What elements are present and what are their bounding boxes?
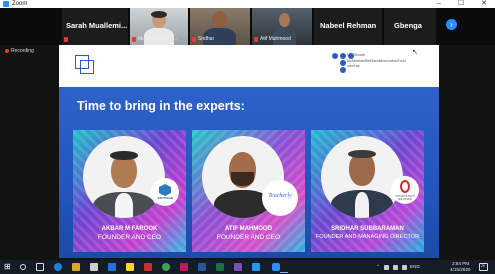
minimize-button[interactable]: –: [428, 0, 450, 8]
battery-icon[interactable]: [393, 265, 398, 270]
zoom-logo-icon: [3, 1, 9, 7]
fund-logo-icon: [80, 60, 94, 74]
participant-tile-nabeel[interactable]: Nabeel Rehman: [314, 8, 382, 45]
octopus-wordmark: OCTOPUS TECH SOLUTIONS: [395, 195, 415, 201]
justclean-wordmark: JUSTCLEAN: [157, 197, 173, 200]
speaker-hair: [110, 151, 138, 160]
window-title: Zoom: [12, 1, 28, 7]
input-language[interactable]: ENG: [410, 264, 420, 269]
mouse-cursor-icon: ↖: [412, 49, 418, 56]
excel-icon[interactable]: [216, 263, 224, 271]
speaker-role: FOUNDER AND CEO: [216, 234, 281, 241]
participant-head: [212, 11, 227, 28]
teacherly-logo: Teacherly: [262, 180, 298, 216]
social-handle: mbrif.ae: [347, 64, 360, 69]
speaker-beard: [231, 172, 254, 186]
justclean-logo-icon: [159, 184, 171, 196]
notification-count: 20: [481, 264, 485, 268]
maximize-button[interactable]: ☐: [450, 0, 472, 8]
social-handles: MBRSmartI MohammedBinRashidInnovationFun…: [347, 53, 406, 70]
participant-head: [279, 13, 290, 27]
participant-name: Sridhar: [198, 36, 215, 42]
speaker-hair: [348, 150, 376, 158]
recording-label: Recording: [11, 48, 34, 54]
presentation-slide: MBRSmartI MohammedBinRashidInnovationFun…: [59, 45, 439, 258]
speaker-name: ATIF MAHMOOD: [225, 226, 272, 232]
muted-mic-icon: [254, 37, 258, 42]
clock-date[interactable]: 4/15/2020: [450, 267, 470, 272]
speaker-shirt: [355, 192, 369, 218]
recording-indicator: Recording: [5, 48, 34, 54]
participant-tile-mohammed[interactable]: Mohammed Bin...: [130, 8, 188, 45]
participant-name: Mohammed Bin...: [138, 36, 178, 42]
speaker-card: Teacherly ATIF MAHMOOD FOUNDER AND CEO: [192, 130, 305, 252]
clock-time[interactable]: 2:54 PM: [452, 261, 469, 266]
speaker-photo: [321, 136, 403, 218]
powerpoint-icon[interactable]: [144, 263, 152, 271]
store-icon[interactable]: [90, 263, 98, 271]
chrome-icon[interactable]: [162, 263, 170, 271]
participant-name: Gbenga: [394, 21, 422, 30]
close-button[interactable]: ✕: [473, 0, 495, 8]
speaker-shirt: [115, 193, 133, 218]
window-titlebar: Zoom – ☐ ✕: [0, 0, 495, 8]
app-icon[interactable]: [252, 263, 260, 271]
speaker-role: FOUNDER AND CEO: [97, 234, 162, 241]
muted-mic-icon: [132, 37, 136, 42]
sticky-notes-icon[interactable]: [126, 263, 134, 271]
muted-mic-icon: [192, 37, 196, 42]
windows-start-icon[interactable]: ⊞: [4, 263, 12, 271]
participant-hair: [151, 11, 167, 18]
octopus-logo: OCTOPUS TECH SOLUTIONS: [391, 176, 419, 204]
participant-tile-gbenga[interactable]: Gbenga: [384, 8, 436, 45]
next-participants-button[interactable]: ›: [446, 19, 457, 30]
octopus-logo-icon: [400, 180, 410, 193]
participant-tile-sridhar[interactable]: Sridhar: [190, 8, 250, 45]
edge-icon[interactable]: [54, 263, 62, 271]
teacherly-wordmark: Teacherly: [268, 193, 292, 199]
linkedin-icon: [340, 60, 346, 66]
word-icon[interactable]: [198, 263, 206, 271]
speaker-card: OCTOPUS TECH SOLUTIONS SRIDHAR SUBBARAMA…: [311, 130, 424, 252]
slide-header: MBRSmartI MohammedBinRashidInnovationFun…: [59, 45, 439, 87]
zoom-taskbar-icon[interactable]: [272, 263, 280, 271]
teams-icon[interactable]: [234, 263, 242, 271]
app-icon[interactable]: [180, 263, 188, 271]
participant-name: Nabeel Rehman: [320, 21, 377, 30]
instagram-icon: [332, 53, 338, 59]
file-explorer-icon[interactable]: [72, 263, 80, 271]
speaker-card: JUSTCLEAN AKBAR M FAROOK FOUNDER AND CEO: [73, 130, 186, 252]
facebook-icon: [340, 53, 346, 59]
volume-icon[interactable]: [402, 265, 407, 270]
tray-chevron-icon[interactable]: ⌃: [376, 264, 380, 270]
slide-headline: Time to bring in the experts:: [77, 99, 245, 113]
participant-name: Sarah Muallemi...: [66, 21, 128, 30]
participant-tile-sarah[interactable]: Sarah Muallemi...: [62, 8, 128, 45]
muted-mic-icon: [64, 37, 68, 42]
participant-tile-atif[interactable]: Atif Mahmood: [252, 8, 312, 45]
task-view-icon[interactable]: [36, 263, 44, 271]
web-icon: [340, 67, 346, 73]
search-icon[interactable]: [20, 264, 26, 270]
active-app-indicator: [280, 272, 288, 273]
speaker-name: SRIDHAR SUBBARAMAN: [331, 226, 404, 232]
mail-icon[interactable]: [108, 263, 116, 271]
slide-content: Time to bring in the experts: JUSTCLEAN …: [59, 87, 439, 258]
speaker-photo: [83, 136, 165, 218]
speaker-role: FOUNDER AND MANAGING DIRECTOR: [315, 234, 420, 240]
participant-name: Atif Mahmood: [260, 36, 291, 42]
speaker-name: AKBAR M FAROOK: [101, 226, 158, 232]
network-icon[interactable]: [384, 265, 389, 270]
windows-taskbar: ⊞ ⌃ ENG 2:54 PM 4/15/2020 20: [0, 260, 495, 274]
record-dot-icon: [5, 48, 9, 53]
justclean-logo: JUSTCLEAN: [151, 178, 179, 206]
